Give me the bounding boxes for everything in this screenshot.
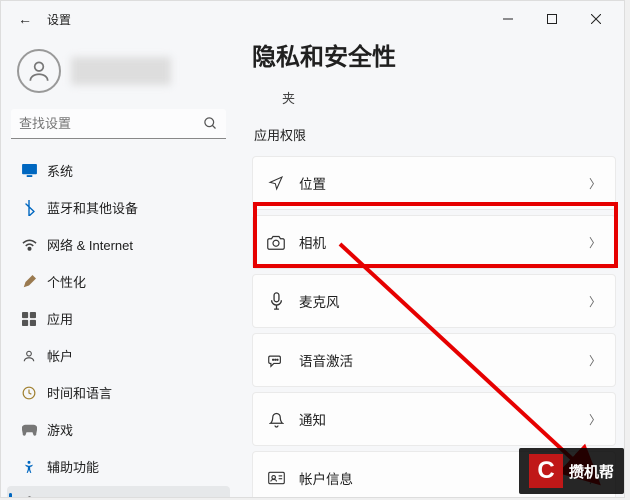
account-info-icon — [267, 471, 285, 485]
watermark-logo: C 攒机帮 — [519, 448, 624, 494]
sidebar-item-label: 游戏 — [47, 420, 73, 439]
sidebar-item-time-language[interactable]: 时间和语言 — [7, 375, 230, 410]
close-button[interactable] — [574, 4, 618, 34]
sidebar-item-system[interactable]: 系统 — [7, 153, 230, 188]
network-icon — [21, 237, 37, 253]
chevron-right-icon: 〉 — [589, 234, 601, 251]
sidebar: 系统 蓝牙和其他设备 网络 & Internet 个性化 应用 帐户 时间和语言… — [1, 37, 236, 497]
tile-label: 相机 — [299, 232, 575, 252]
camera-icon — [267, 235, 285, 250]
back-button[interactable]: ← — [7, 11, 43, 27]
nav-list: 系统 蓝牙和其他设备 网络 & Internet 个性化 应用 帐户 时间和语言… — [7, 153, 230, 497]
bell-icon — [267, 411, 285, 428]
personalize-icon — [21, 274, 37, 290]
time-icon — [21, 385, 37, 401]
voice-icon — [267, 353, 285, 368]
system-icon — [21, 163, 37, 179]
sidebar-item-apps[interactable]: 应用 — [7, 301, 230, 336]
search-input[interactable] — [11, 109, 226, 139]
chevron-right-icon: 〉 — [589, 411, 601, 428]
tile-voice-activation[interactable]: 语音激活 〉 — [252, 333, 616, 387]
chevron-right-icon: 〉 — [589, 175, 601, 192]
titlebar: ← 设置 — [1, 1, 624, 37]
watermark-logo-mark: C — [529, 454, 563, 488]
sidebar-item-accessibility[interactable]: 辅助功能 — [7, 449, 230, 484]
tile-location[interactable]: 位置 〉 — [252, 156, 616, 210]
page-heading: 隐私和安全性 — [252, 37, 616, 72]
sidebar-item-label: 个性化 — [47, 272, 86, 291]
sidebar-item-label: 隐私和安全性 — [47, 494, 125, 497]
tile-label: 位置 — [299, 173, 575, 193]
search-icon — [203, 116, 218, 131]
tile-notifications[interactable]: 通知 〉 — [252, 392, 616, 446]
window-title: 设置 — [47, 11, 71, 28]
microphone-icon — [267, 292, 285, 310]
minimize-button[interactable] — [486, 4, 530, 34]
main-panel: 隐私和安全性 夹 应用权限 位置 〉 相机 〉 麦克风 〉 语音激活 〉 — [236, 37, 624, 497]
truncated-text: 夹 — [252, 82, 616, 117]
window-controls — [486, 4, 618, 34]
sidebar-item-label: 时间和语言 — [47, 383, 112, 402]
bluetooth-icon — [21, 200, 37, 216]
sidebar-item-label: 应用 — [47, 309, 73, 328]
gaming-icon — [21, 422, 37, 438]
avatar — [17, 49, 61, 93]
tile-label: 麦克风 — [299, 291, 575, 311]
sidebar-item-bluetooth[interactable]: 蓝牙和其他设备 — [7, 190, 230, 225]
tile-label: 通知 — [299, 409, 575, 429]
maximize-button[interactable] — [530, 4, 574, 34]
accounts-icon — [21, 348, 37, 364]
location-icon — [267, 175, 285, 191]
sidebar-item-gaming[interactable]: 游戏 — [7, 412, 230, 447]
chevron-right-icon: 〉 — [589, 293, 601, 310]
sidebar-item-label: 网络 & Internet — [47, 235, 133, 254]
sidebar-item-label: 辅助功能 — [47, 457, 99, 476]
sidebar-item-personalization[interactable]: 个性化 — [7, 264, 230, 299]
tile-microphone[interactable]: 麦克风 〉 — [252, 274, 616, 328]
sidebar-item-label: 系统 — [47, 161, 73, 180]
content: 系统 蓝牙和其他设备 网络 & Internet 个性化 应用 帐户 时间和语言… — [1, 37, 624, 497]
search-wrap — [11, 109, 226, 139]
apps-icon — [21, 311, 37, 327]
tile-camera[interactable]: 相机 〉 — [252, 215, 616, 269]
tile-label: 语音激活 — [299, 350, 575, 370]
section-label: 应用权限 — [254, 125, 616, 144]
sidebar-item-privacy[interactable]: 隐私和安全性 — [7, 486, 230, 497]
profile-name-blurred — [71, 57, 171, 85]
sidebar-item-label: 蓝牙和其他设备 — [47, 198, 138, 217]
sidebar-item-accounts[interactable]: 帐户 — [7, 338, 230, 373]
privacy-icon — [21, 496, 37, 498]
accessibility-icon — [21, 459, 37, 475]
watermark-logo-text: 攒机帮 — [569, 461, 614, 482]
profile-section[interactable] — [7, 43, 230, 109]
chevron-right-icon: 〉 — [589, 352, 601, 369]
sidebar-item-label: 帐户 — [47, 346, 73, 365]
sidebar-item-network[interactable]: 网络 & Internet — [7, 227, 230, 262]
settings-window: ← 设置 系统 蓝牙和其他设备 网络 — [0, 0, 625, 498]
